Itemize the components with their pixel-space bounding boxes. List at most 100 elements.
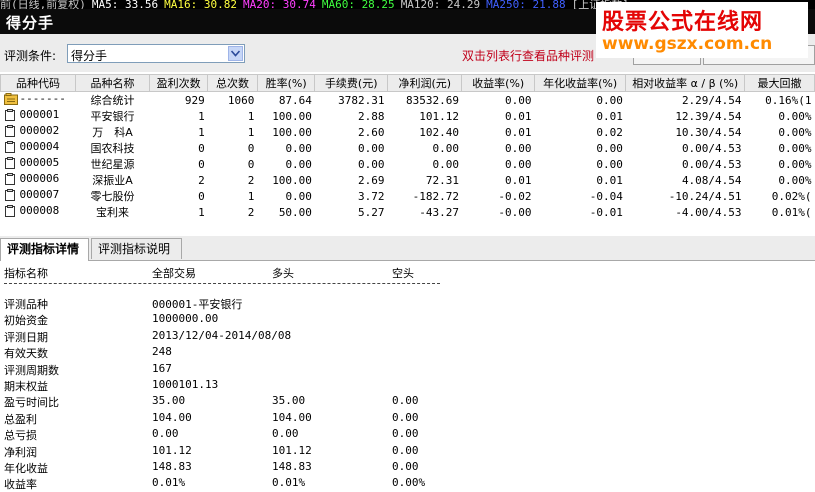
code-text: 000006 bbox=[19, 172, 60, 186]
indicator-value: MA20: 30.74 bbox=[242, 0, 316, 9]
watermark-title: 股票公式在线网 bbox=[602, 10, 764, 35]
cell-ret: 0.01 bbox=[504, 173, 532, 187]
cell-name: 综合统计 bbox=[90, 94, 135, 107]
metric-long: 35.00 bbox=[272, 394, 306, 408]
metric-name: 总盈利 bbox=[4, 412, 37, 426]
cell-rate: 0.00 bbox=[285, 157, 312, 171]
cell-total: 1 bbox=[247, 125, 255, 139]
cell-profit: 83532.69 bbox=[406, 93, 459, 107]
table-row[interactable]: 000001 平安银行 1 1 100.00 2.88 101.12 0.01 0.01 12.3… bbox=[1, 108, 815, 124]
details-header-long: 多头 bbox=[272, 267, 294, 280]
table-row[interactable]: 000006 深振业A 2 2 100.00 2.69 72.31 0.01 0.01 4.08/… bbox=[1, 172, 815, 188]
document-icon bbox=[4, 156, 16, 169]
metric-all: 148.83 bbox=[152, 460, 192, 473]
cell-code: ------- bbox=[1, 92, 76, 109]
column-header[interactable]: 胜率(%) bbox=[256, 74, 316, 92]
column-header[interactable]: 盈利次数 bbox=[148, 74, 209, 92]
cell-win: 1 bbox=[198, 109, 205, 123]
metric-name: 评测品种 bbox=[4, 298, 48, 311]
column-header[interactable]: 净利润(元) bbox=[387, 74, 463, 92]
column-header[interactable]: 手续费(元) bbox=[314, 74, 389, 92]
tab-metric-details[interactable]: 评测指标详情 bbox=[0, 238, 89, 261]
cell-dd: 0.01%( bbox=[771, 205, 812, 219]
metric-long: 148.83 bbox=[272, 460, 312, 473]
cell-code: 000002 bbox=[1, 124, 76, 140]
cell-rate: 100.00 bbox=[272, 125, 312, 139]
watermark-url: www.gszx.com.cn bbox=[602, 34, 773, 54]
indicator-value: MA16: 30.82 bbox=[164, 0, 237, 9]
column-header[interactable]: 年化收益率(%) bbox=[533, 74, 627, 92]
column-header[interactable]: 收益率(%) bbox=[461, 74, 535, 92]
cell-fee: 0.00 bbox=[358, 157, 385, 171]
cell-ret: 0.00 bbox=[504, 93, 532, 107]
cell-annual: -0.01 bbox=[589, 205, 623, 219]
metric-name: 评测周期数 bbox=[4, 363, 59, 377]
metric-all: 35.00 bbox=[152, 394, 186, 408]
cell-rate: 87.64 bbox=[278, 93, 312, 107]
cell-dd: 0.00% bbox=[778, 141, 812, 155]
cell-profit: 72.31 bbox=[425, 173, 459, 187]
results-table[interactable]: 品种代码 品种名称 盈利次数 总次数 胜率(%) 手续费(元) 净利润(元) 收益率(%) 年化… bbox=[0, 74, 815, 230]
metric-short: 0.00 bbox=[392, 443, 419, 457]
cell-rate: 100.00 bbox=[272, 109, 312, 123]
metric-name: 盈亏时间比 bbox=[4, 396, 59, 410]
metric-name: 收益率 bbox=[4, 478, 37, 492]
metric-all: 0.00 bbox=[152, 427, 179, 441]
cell-profit: 101.12 bbox=[419, 109, 459, 123]
column-header[interactable]: 总次数 bbox=[207, 74, 258, 92]
cell-profit: 102.40 bbox=[419, 125, 459, 139]
cell-annual: 0.01 bbox=[596, 109, 623, 123]
table-row[interactable]: 000002 万 科A 1 1 100.00 2.60 102.40 0.01 0.02 10.3… bbox=[1, 124, 815, 140]
metric-all: 1000000.00 bbox=[152, 312, 219, 326]
cell-win: 1 bbox=[198, 125, 205, 139]
cell-ret: 0.00 bbox=[504, 141, 532, 155]
code-text: 000005 bbox=[19, 156, 60, 170]
cell-name: 平安银行 bbox=[90, 110, 135, 123]
indicator-value: MA5: 33.56 bbox=[91, 0, 159, 9]
hint-text: 双击列表行查看品种评测 bbox=[462, 49, 595, 63]
results-grid: 品种代码 品种名称 盈利次数 总次数 胜率(%) 手续费(元) 净利润(元) 收益率(%) 年化… bbox=[0, 74, 815, 220]
cell-fee: 2.69 bbox=[358, 173, 385, 187]
cell-profit: -43.27 bbox=[419, 205, 459, 219]
cell-fee: 3.72 bbox=[358, 189, 385, 203]
criteria-select[interactable]: 得分手 bbox=[67, 44, 245, 63]
metric-short: 0.00 bbox=[392, 427, 419, 441]
table-row[interactable]: 000007 零七股份 0 1 0.00 3.72 -182.72 -0.02 -0.04 -10… bbox=[1, 188, 815, 204]
cell-fee: 5.27 bbox=[358, 205, 385, 219]
cell-rate: 0.00 bbox=[285, 141, 312, 155]
code-text: 000004 bbox=[19, 140, 60, 154]
cell-ret: -0.00 bbox=[498, 205, 532, 219]
cell-name: 宝利来 bbox=[96, 206, 129, 219]
metric-name: 评测日期 bbox=[4, 330, 48, 344]
cell-win: 0 bbox=[198, 189, 205, 203]
metric-name: 净利润 bbox=[4, 445, 37, 459]
column-header[interactable]: 最大回撤 bbox=[744, 74, 815, 92]
cell-ret: 0.01 bbox=[504, 125, 532, 139]
cell-code: 000006 bbox=[1, 172, 76, 188]
cell-rel: 0.00/4.53 bbox=[681, 141, 742, 155]
document-icon bbox=[4, 108, 16, 121]
tab-metric-description[interactable]: 评测指标说明 bbox=[91, 238, 182, 259]
cell-win: 1 bbox=[198, 205, 205, 219]
cell-name: 零七股份 bbox=[90, 190, 135, 203]
cell-total: 2 bbox=[247, 205, 255, 219]
document-icon bbox=[4, 140, 16, 153]
table-row[interactable]: 000008 宝利来 1 2 50.00 5.27 -43.27 -0.00 -0.01 -4.0… bbox=[1, 204, 815, 220]
column-header[interactable]: 相对收益率 α / β (%) bbox=[625, 74, 746, 92]
table-row[interactable]: 000004 国农科技 0 0 0.00 0.00 0.00 0.00 0.00 0.00/4.5… bbox=[1, 140, 815, 156]
table-row[interactable]: 000005 世纪星源 0 0 0.00 0.00 0.00 0.00 0.00 0.00/4.5… bbox=[1, 156, 815, 172]
table-header-row: 品种代码 品种名称 盈利次数 总次数 胜率(%) 手续费(元) 净利润(元) 收益率(%) 年化… bbox=[0, 74, 815, 92]
table-row[interactable]: ------- 综合统计 929 1060 87.64 3782.31 83532.69 0.… bbox=[1, 92, 815, 109]
cell-total: 2 bbox=[247, 173, 255, 187]
cell-annual: 0.00 bbox=[596, 141, 623, 155]
cell-profit: -182.72 bbox=[412, 189, 459, 203]
cell-fee: 2.88 bbox=[358, 109, 385, 123]
cell-ret: -0.02 bbox=[498, 189, 532, 203]
metric-name: 有效天数 bbox=[4, 347, 48, 361]
cell-total: 0 bbox=[247, 141, 255, 155]
cell-total: 0 bbox=[247, 157, 255, 171]
chevron-down-icon[interactable] bbox=[228, 46, 243, 61]
metric-all: 000001-平安银行 bbox=[152, 298, 243, 311]
column-header[interactable]: 品种名称 bbox=[75, 74, 150, 92]
column-header[interactable]: 品种代码 bbox=[0, 74, 77, 92]
